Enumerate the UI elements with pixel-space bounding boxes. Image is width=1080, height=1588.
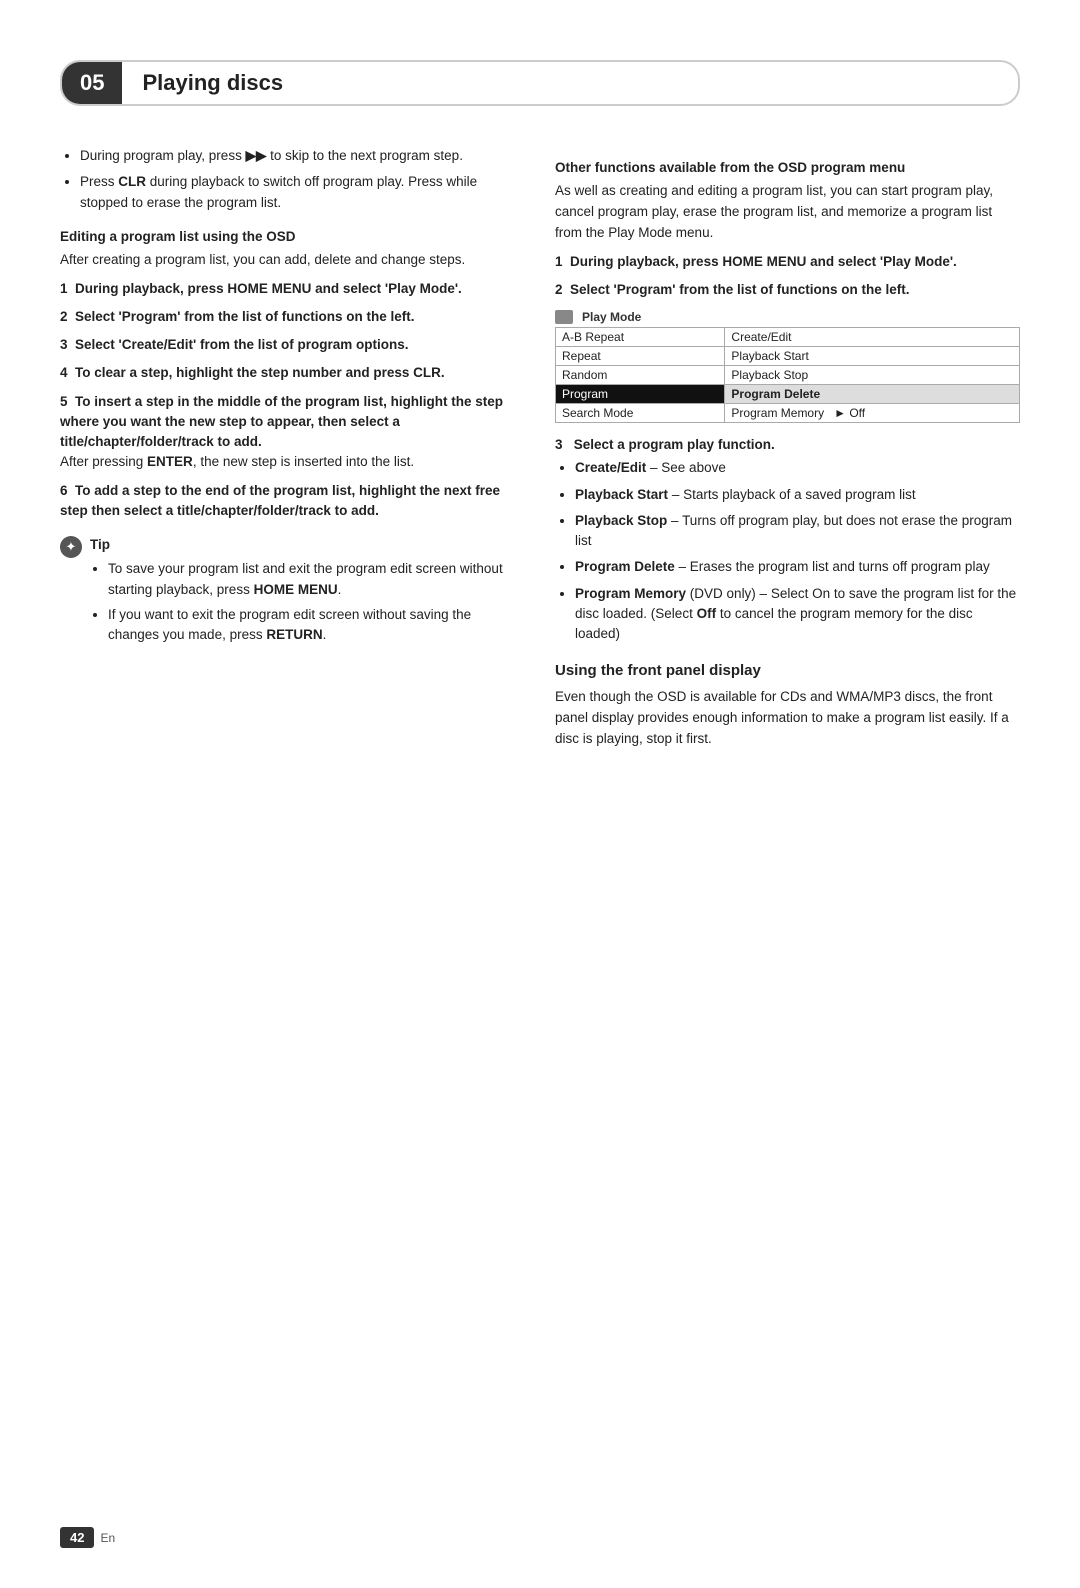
step3-label: 3 Select a program play function. <box>555 437 1020 452</box>
edit-step-3: 3 Select 'Create/Edit' from the list of … <box>60 335 525 355</box>
intro-bullet-1: During program play, press ▶▶ to skip to… <box>80 146 525 166</box>
chapter-header: 05 Playing discs <box>60 60 1020 106</box>
osd-title-label: Play Mode <box>582 310 641 324</box>
function-create-edit: Create/Edit – See above <box>575 458 1020 478</box>
content-area: During program play, press ▶▶ to skip to… <box>0 106 1080 798</box>
osd-left-5: Search Mode <box>556 404 725 423</box>
osd-right-4: Program Delete <box>725 385 1020 404</box>
editing-section-heading: Editing a program list using the OSD <box>60 229 525 244</box>
osd-left-1: A-B Repeat <box>556 328 725 347</box>
left-column: During program play, press ▶▶ to skip to… <box>60 146 525 758</box>
osd-left-4: Program <box>556 385 725 404</box>
edit-step-6: 6 To add a step to the end of the progra… <box>60 481 525 522</box>
osd-left-3: Random <box>556 366 725 385</box>
editing-intro: After creating a program list, you can a… <box>60 250 525 271</box>
chapter-number: 05 <box>62 62 122 104</box>
tip-box: ✦ Tip To save your program list and exit… <box>60 535 525 650</box>
osd-right-2: Playback Start <box>725 347 1020 366</box>
osd-right-5: Program Memory ► Off <box>725 404 1020 423</box>
osd-table: A-B Repeat Create/Edit Repeat Playback S… <box>555 327 1020 423</box>
osd-row-3: Random Playback Stop <box>556 366 1020 385</box>
intro-bullet-list: During program play, press ▶▶ to skip to… <box>60 146 525 213</box>
right-column: Other functions available from the OSD p… <box>555 146 1020 758</box>
page-lang: En <box>100 1531 115 1545</box>
tip-bullet-2: If you want to exit the program edit scr… <box>108 605 525 646</box>
chapter-title: Playing discs <box>122 62 303 104</box>
other-step-1: 1 During playback, press HOME MENU and s… <box>555 252 1020 272</box>
page-number: 42 <box>60 1527 94 1548</box>
osd-row-1: A-B Repeat Create/Edit <box>556 328 1020 347</box>
osd-right-1: Create/Edit <box>725 328 1020 347</box>
tip-bullet-1: To save your program list and exit the p… <box>108 559 525 600</box>
tip-label: Tip <box>90 535 525 555</box>
other-functions-intro: As well as creating and editing a progra… <box>555 181 1020 244</box>
osd-left-2: Repeat <box>556 347 725 366</box>
edit-step-5: 5 To insert a step in the middle of the … <box>60 392 525 473</box>
edit-step-2: 2 Select 'Program' from the list of func… <box>60 307 525 327</box>
tip-icon: ✦ <box>60 536 82 558</box>
tip-bullet-list: To save your program list and exit the p… <box>90 559 525 645</box>
front-panel-heading: Using the front panel display <box>555 662 1020 679</box>
other-functions-heading: Other functions available from the OSD p… <box>555 160 1020 175</box>
osd-icon <box>555 310 573 324</box>
tip-content: Tip To save your program list and exit t… <box>90 535 525 650</box>
function-program-memory: Program Memory (DVD only) – Select On to… <box>575 584 1020 645</box>
osd-row-5: Search Mode Program Memory ► Off <box>556 404 1020 423</box>
edit-step-4: 4 To clear a step, highlight the step nu… <box>60 363 525 383</box>
function-playback-stop: Playback Stop – Turns off program play, … <box>575 511 1020 552</box>
page-container: 05 Playing discs During program play, pr… <box>0 60 1080 1588</box>
osd-table-title: Play Mode <box>555 310 1020 324</box>
edit-step-1: 1 During playback, press HOME MENU and s… <box>60 279 525 299</box>
osd-row-4: Program Program Delete <box>556 385 1020 404</box>
function-playback-start: Playback Start – Starts playback of a sa… <box>575 485 1020 505</box>
osd-row-2: Repeat Playback Start <box>556 347 1020 366</box>
function-program-delete: Program Delete – Erases the program list… <box>575 557 1020 577</box>
page-footer: 42 En <box>60 1527 115 1548</box>
intro-bullet-2: Press CLR during playback to switch off … <box>80 172 525 213</box>
other-step-2: 2 Select 'Program' from the list of func… <box>555 280 1020 300</box>
osd-table-section: Play Mode A-B Repeat Create/Edit Repeat … <box>555 310 1020 423</box>
function-list: Create/Edit – See above Playback Start –… <box>555 458 1020 644</box>
front-panel-text: Even though the OSD is available for CDs… <box>555 687 1020 750</box>
osd-right-3: Playback Stop <box>725 366 1020 385</box>
